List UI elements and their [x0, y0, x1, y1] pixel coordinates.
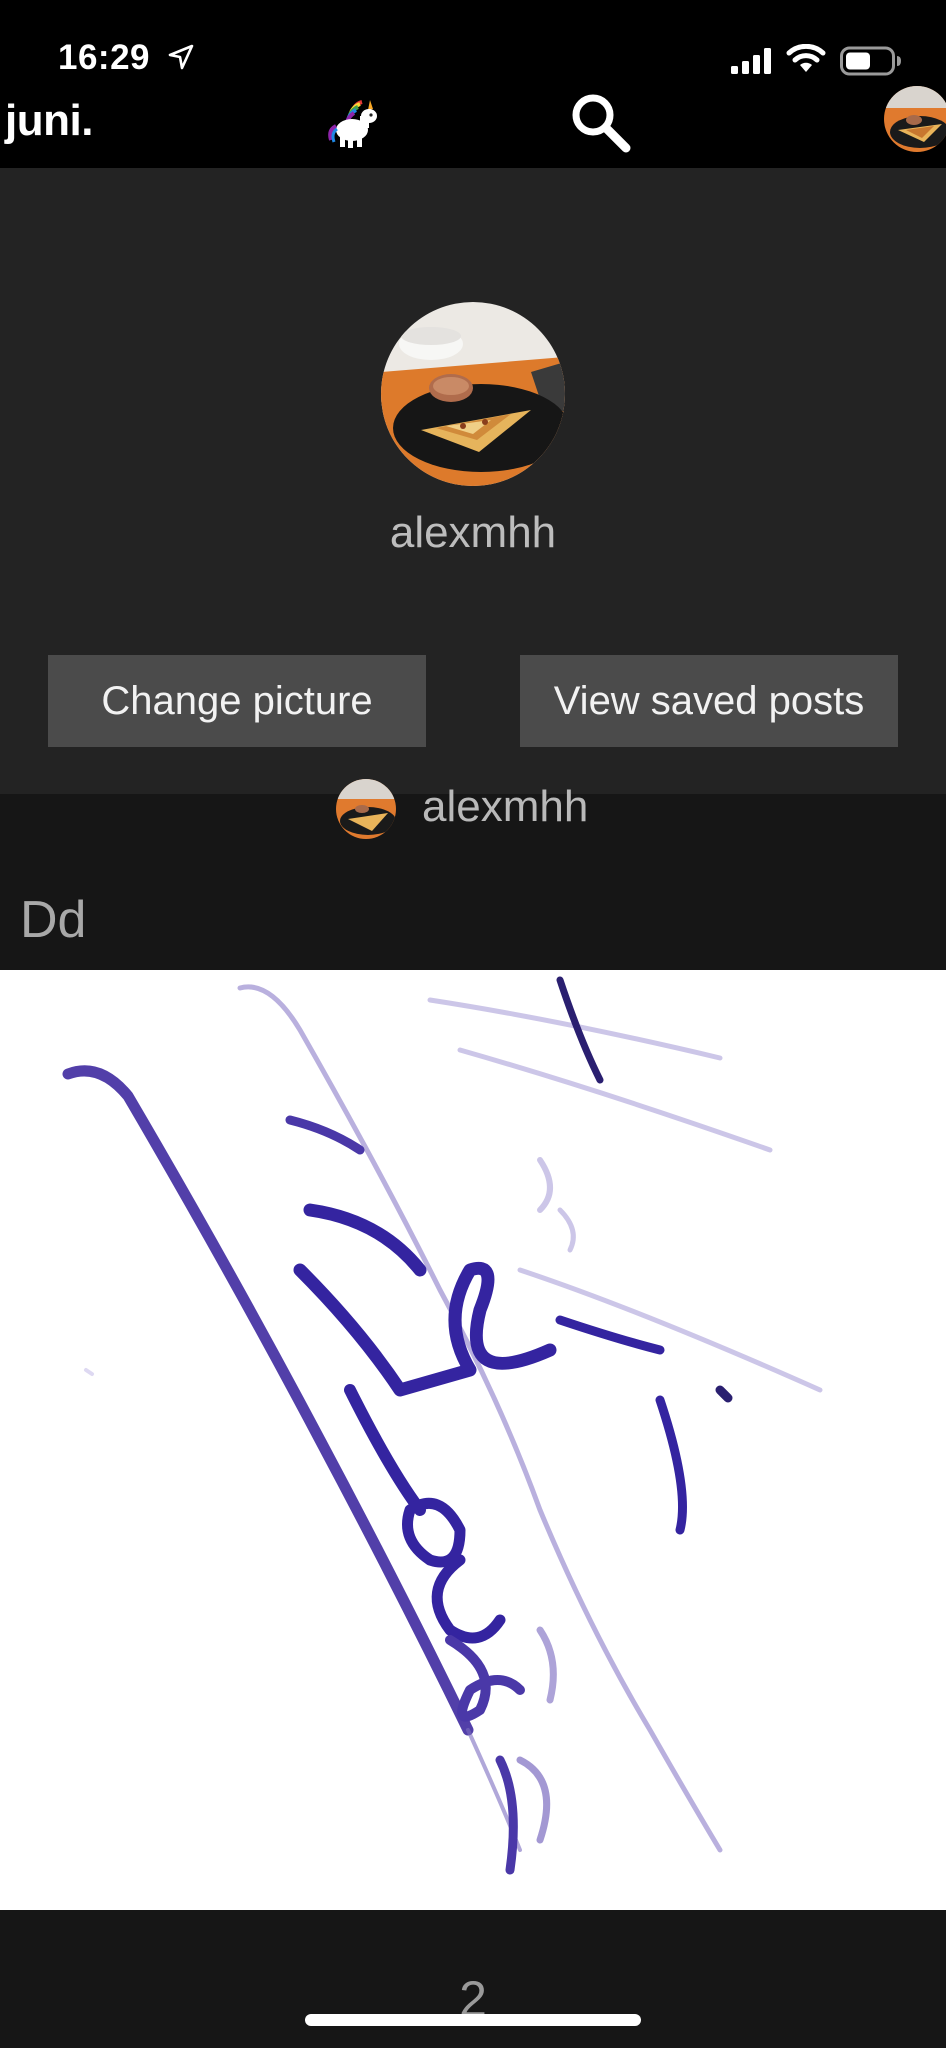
profile-picture — [381, 302, 565, 486]
post-author[interactable]: alexmhh — [336, 779, 588, 844]
post-image[interactable] — [0, 970, 946, 1910]
post-author-name[interactable]: alexmhh — [422, 782, 588, 832]
wifi-icon — [786, 44, 826, 72]
handwritten-scribble-image — [62, 976, 823, 1875]
profile-header: alexmhh Change picture View saved posts — [0, 168, 946, 794]
status-bar: 16:29 — [0, 0, 946, 86]
feed-post: alexmhh Dd 2 — [0, 779, 946, 2048]
profile-avatar-icon[interactable] — [884, 86, 946, 152]
cellular-signal-icon — [731, 48, 771, 74]
status-time: 16:29 — [58, 38, 151, 77]
view-saved-posts-button[interactable]: View saved posts — [520, 655, 898, 747]
post-footer: 2 — [0, 1910, 946, 2048]
post-title: Dd — [20, 891, 87, 949]
top-navigation-bar: juni. — [0, 86, 946, 168]
location-arrow-icon — [168, 44, 194, 70]
battery-icon — [840, 46, 901, 76]
search-icon[interactable] — [566, 88, 634, 156]
unicorn-icon[interactable] — [324, 98, 384, 150]
app-logo[interactable]: juni. — [5, 96, 93, 146]
change-picture-button[interactable]: Change picture — [48, 655, 426, 747]
profile-username: alexmhh — [389, 508, 557, 557]
home-indicator[interactable] — [305, 2014, 641, 2026]
post-author-avatar[interactable] — [336, 779, 396, 839]
